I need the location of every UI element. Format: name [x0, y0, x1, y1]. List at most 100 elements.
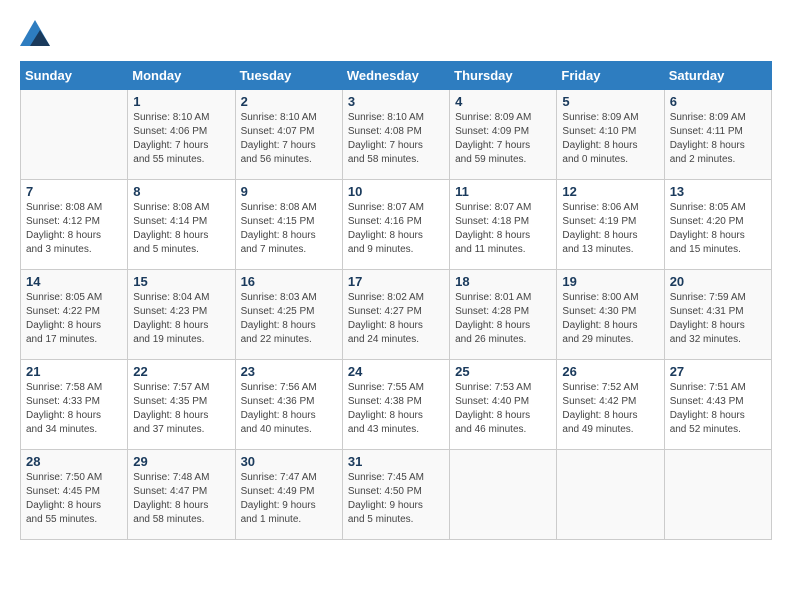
weekday-header-sunday: Sunday — [21, 62, 128, 90]
calendar-cell — [664, 450, 771, 540]
weekday-header-saturday: Saturday — [664, 62, 771, 90]
day-number: 26 — [562, 364, 658, 379]
calendar-cell: 14 Sunrise: 8:05 AM Sunset: 4:22 PM Dayli… — [21, 270, 128, 360]
calendar-cell: 10 Sunrise: 8:07 AM Sunset: 4:16 PM Dayli… — [342, 180, 449, 270]
day-info: Sunrise: 8:08 AM Sunset: 4:12 PM Dayligh… — [26, 201, 122, 257]
calendar-cell: 25Sunrise: 7:53 AM Sunset: 4:40 PM Dayli… — [450, 360, 557, 450]
day-info: Sunrise: 7:55 AM Sunset: 4:38 PM Dayligh… — [348, 381, 444, 437]
weekday-header-wednesday: Wednesday — [342, 62, 449, 90]
calendar-cell: 9 Sunrise: 8:08 AM Sunset: 4:15 PM Daylig… — [235, 180, 342, 270]
day-info: Sunrise: 7:52 AM Sunset: 4:42 PM Dayligh… — [562, 381, 658, 437]
day-info: Sunrise: 8:03 AM Sunset: 4:25 PM Dayligh… — [241, 291, 337, 347]
day-info: Sunrise: 7:56 AM Sunset: 4:36 PM Dayligh… — [241, 381, 337, 437]
weekday-header-tuesday: Tuesday — [235, 62, 342, 90]
calendar-cell: 3Sunrise: 8:10 AM Sunset: 4:08 PM Daylig… — [342, 90, 449, 180]
day-number: 27 — [670, 364, 766, 379]
day-number: 24 — [348, 364, 444, 379]
day-info: Sunrise: 8:05 AM Sunset: 4:20 PM Dayligh… — [670, 201, 766, 257]
calendar-cell: 30Sunrise: 7:47 AM Sunset: 4:49 PM Dayli… — [235, 450, 342, 540]
day-number: 12 — [562, 184, 658, 199]
logo — [20, 20, 54, 51]
day-number: 25 — [455, 364, 551, 379]
logo-icon — [20, 20, 50, 51]
day-info: Sunrise: 8:10 AM Sunset: 4:06 PM Dayligh… — [133, 111, 229, 167]
day-info: Sunrise: 8:04 AM Sunset: 4:23 PM Dayligh… — [133, 291, 229, 347]
day-info: Sunrise: 7:59 AM Sunset: 4:31 PM Dayligh… — [670, 291, 766, 347]
day-number: 23 — [241, 364, 337, 379]
day-number: 28 — [26, 454, 122, 469]
day-info: Sunrise: 8:08 AM Sunset: 4:14 PM Dayligh… — [133, 201, 229, 257]
day-number: 15 — [133, 274, 229, 289]
page-header — [20, 20, 772, 51]
day-number: 10 — [348, 184, 444, 199]
day-info: Sunrise: 8:05 AM Sunset: 4:22 PM Dayligh… — [26, 291, 122, 347]
calendar-cell: 24 Sunrise: 7:55 AM Sunset: 4:38 PM Dayli… — [342, 360, 449, 450]
calendar-cell: 7Sunrise: 8:08 AM Sunset: 4:12 PM Daylig… — [21, 180, 128, 270]
day-number: 21 — [26, 364, 122, 379]
day-number: 20 — [670, 274, 766, 289]
day-number: 16 — [241, 274, 337, 289]
day-info: Sunrise: 7:51 AM Sunset: 4:43 PM Dayligh… — [670, 381, 766, 437]
day-info: Sunrise: 8:09 AM Sunset: 4:09 PM Dayligh… — [455, 111, 551, 167]
day-info: Sunrise: 8:02 AM Sunset: 4:27 PM Dayligh… — [348, 291, 444, 347]
calendar-cell: 28 Sunrise: 7:50 AM Sunset: 4:45 PM Dayli… — [21, 450, 128, 540]
calendar-header-row: SundayMondayTuesdayWednesdayThursdayFrid… — [21, 62, 772, 90]
day-number: 14 — [26, 274, 122, 289]
calendar-cell: 6 Sunrise: 8:09 AM Sunset: 4:11 PM Daylig… — [664, 90, 771, 180]
calendar-table: SundayMondayTuesdayWednesdayThursdayFrid… — [20, 61, 772, 540]
calendar-cell: 17 Sunrise: 8:02 AM Sunset: 4:27 PM Dayli… — [342, 270, 449, 360]
day-info: Sunrise: 8:06 AM Sunset: 4:19 PM Dayligh… — [562, 201, 658, 257]
day-info: Sunrise: 8:10 AM Sunset: 4:07 PM Dayligh… — [241, 111, 337, 167]
day-number: 3 — [348, 94, 444, 109]
day-number: 6 — [670, 94, 766, 109]
calendar-cell: 11 Sunrise: 8:07 AM Sunset: 4:18 PM Dayli… — [450, 180, 557, 270]
day-number: 11 — [455, 184, 551, 199]
day-info: Sunrise: 8:01 AM Sunset: 4:28 PM Dayligh… — [455, 291, 551, 347]
calendar-cell: 23 Sunrise: 7:56 AM Sunset: 4:36 PM Dayli… — [235, 360, 342, 450]
day-info: Sunrise: 8:09 AM Sunset: 4:11 PM Dayligh… — [670, 111, 766, 167]
day-number: 17 — [348, 274, 444, 289]
calendar-cell — [21, 90, 128, 180]
day-number: 5 — [562, 94, 658, 109]
calendar-cell: 2 Sunrise: 8:10 AM Sunset: 4:07 PM Daylig… — [235, 90, 342, 180]
day-number: 9 — [241, 184, 337, 199]
day-number: 4 — [455, 94, 551, 109]
weekday-header-friday: Friday — [557, 62, 664, 90]
day-number: 19 — [562, 274, 658, 289]
calendar-cell: 29Sunrise: 7:48 AM Sunset: 4:47 PM Dayli… — [128, 450, 235, 540]
calendar-cell: 4 Sunrise: 8:09 AM Sunset: 4:09 PM Daylig… — [450, 90, 557, 180]
calendar-cell: 22 Sunrise: 7:57 AM Sunset: 4:35 PM Dayli… — [128, 360, 235, 450]
calendar-cell: 5 Sunrise: 8:09 AM Sunset: 4:10 PM Daylig… — [557, 90, 664, 180]
day-info: Sunrise: 8:08 AM Sunset: 4:15 PM Dayligh… — [241, 201, 337, 257]
day-number: 22 — [133, 364, 229, 379]
calendar-cell: 1Sunrise: 8:10 AM Sunset: 4:06 PM Daylig… — [128, 90, 235, 180]
weekday-header-monday: Monday — [128, 62, 235, 90]
calendar-cell: 15 Sunrise: 8:04 AM Sunset: 4:23 PM Dayli… — [128, 270, 235, 360]
week-row-1: 1Sunrise: 8:10 AM Sunset: 4:06 PM Daylig… — [21, 90, 772, 180]
calendar-cell: 16 Sunrise: 8:03 AM Sunset: 4:25 PM Dayli… — [235, 270, 342, 360]
day-number: 31 — [348, 454, 444, 469]
day-number: 2 — [241, 94, 337, 109]
calendar-cell — [557, 450, 664, 540]
day-number: 13 — [670, 184, 766, 199]
calendar-cell: 21 Sunrise: 7:58 AM Sunset: 4:33 PM Dayli… — [21, 360, 128, 450]
day-number: 8 — [133, 184, 229, 199]
day-info: Sunrise: 8:00 AM Sunset: 4:30 PM Dayligh… — [562, 291, 658, 347]
day-info: Sunrise: 7:50 AM Sunset: 4:45 PM Dayligh… — [26, 471, 122, 527]
day-info: Sunrise: 8:07 AM Sunset: 4:18 PM Dayligh… — [455, 201, 551, 257]
calendar-cell: 12 Sunrise: 8:06 AM Sunset: 4:19 PM Dayli… — [557, 180, 664, 270]
calendar-cell: 31 Sunrise: 7:45 AM Sunset: 4:50 PM Dayli… — [342, 450, 449, 540]
week-row-5: 28 Sunrise: 7:50 AM Sunset: 4:45 PM Dayli… — [21, 450, 772, 540]
week-row-4: 21 Sunrise: 7:58 AM Sunset: 4:33 PM Dayli… — [21, 360, 772, 450]
day-info: Sunrise: 8:09 AM Sunset: 4:10 PM Dayligh… — [562, 111, 658, 167]
day-number: 18 — [455, 274, 551, 289]
day-info: Sunrise: 7:45 AM Sunset: 4:50 PM Dayligh… — [348, 471, 444, 527]
day-info: Sunrise: 7:58 AM Sunset: 4:33 PM Dayligh… — [26, 381, 122, 437]
day-info: Sunrise: 7:47 AM Sunset: 4:49 PM Dayligh… — [241, 471, 337, 527]
calendar-cell: 27 Sunrise: 7:51 AM Sunset: 4:43 PM Dayli… — [664, 360, 771, 450]
calendar-cell: 19 Sunrise: 8:00 AM Sunset: 4:30 PM Dayli… — [557, 270, 664, 360]
day-info: Sunrise: 7:57 AM Sunset: 4:35 PM Dayligh… — [133, 381, 229, 437]
day-info: Sunrise: 8:07 AM Sunset: 4:16 PM Dayligh… — [348, 201, 444, 257]
calendar-cell — [450, 450, 557, 540]
week-row-2: 7Sunrise: 8:08 AM Sunset: 4:12 PM Daylig… — [21, 180, 772, 270]
